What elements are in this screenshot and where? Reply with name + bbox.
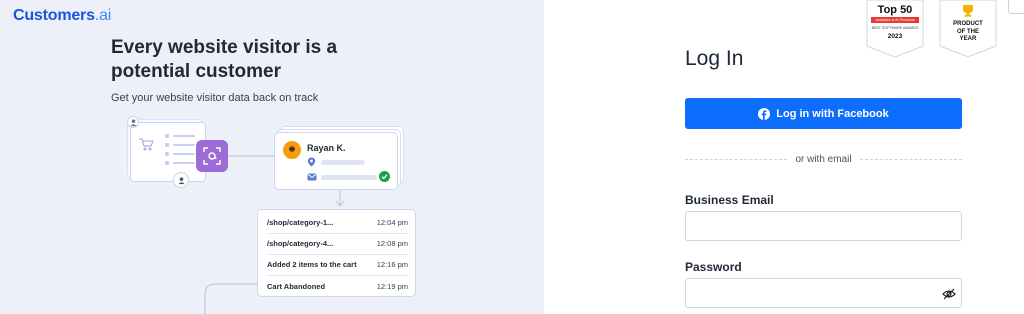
divider-label: or with email xyxy=(795,153,852,165)
profile-name: Rayan K. xyxy=(307,143,346,153)
page-title: Log In xyxy=(685,47,744,70)
product-of-year-badge: PRODUCT OF THE YEAR xyxy=(939,0,997,58)
divider: or with email xyxy=(685,152,963,166)
email-placeholder xyxy=(321,175,377,180)
activity-log-card: /shop/category-1... 12:04 pm /shop/categ… xyxy=(257,209,416,297)
password-field[interactable] xyxy=(685,278,962,308)
hero-illustration: Rayan K. /shop/category-1... 12:04 pm /s… xyxy=(0,0,544,314)
verified-check-icon xyxy=(379,171,390,182)
user-icon xyxy=(127,116,139,128)
badge-title: Top 50 xyxy=(877,4,913,16)
list-item: /shop/category-4... 12:08 pm xyxy=(267,233,408,255)
badge-subtitle: BEST SOFTWARE AWARDS xyxy=(871,26,919,30)
location-pin-icon xyxy=(307,157,316,167)
list-item: Cart Abandoned 12:19 pm xyxy=(267,281,408,291)
login-panel: Top 50 Analytics & AI Products BEST SOFT… xyxy=(544,0,1024,314)
badge-ribbon: Analytics & AI Products xyxy=(875,18,915,22)
location-placeholder xyxy=(321,160,365,165)
visitor-profile-card: Rayan K. xyxy=(274,126,404,190)
browser-card xyxy=(130,122,206,182)
toggle-password-visibility-icon[interactable] xyxy=(942,287,956,301)
top50-award-badge: Top 50 Analytics & AI Products BEST SOFT… xyxy=(866,0,924,58)
list-item: /shop/category-1... 12:04 pm xyxy=(267,212,408,234)
facebook-login-button[interactable]: Log in with Facebook xyxy=(685,98,962,129)
avatar xyxy=(283,141,301,159)
hero-panel: Customers.ai Every website visitor is a … xyxy=(0,0,544,314)
facebook-icon xyxy=(758,107,771,120)
mail-icon xyxy=(307,173,317,181)
list-item: Added 2 items to the cart 12:16 pm xyxy=(267,254,408,276)
password-label: Password xyxy=(685,260,742,274)
email-field[interactable] xyxy=(685,211,962,241)
badge-year: 2023 xyxy=(887,33,903,40)
facebook-login-label: Log in with Facebook xyxy=(776,107,889,120)
badge-text: PRODUCT OF THE YEAR xyxy=(953,21,983,42)
user-icon xyxy=(173,172,189,188)
identify-icon xyxy=(196,140,228,172)
email-label: Business Email xyxy=(685,193,774,207)
language-switcher[interactable] xyxy=(1008,0,1024,14)
